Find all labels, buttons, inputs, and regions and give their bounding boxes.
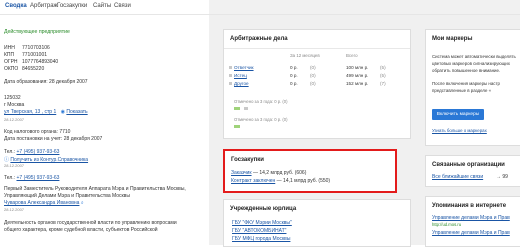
- phone-row: Тел.: +7 (495) 937-93-63: [4, 149, 60, 155]
- row-label-link[interactable]: Истец: [234, 73, 247, 78]
- enable-markers-button[interactable]: Включить маркеры: [432, 109, 484, 120]
- street-link[interactable]: ул Тверская, 13 , стр 1: [4, 109, 56, 115]
- founded-title: Учрежденные юрлица: [230, 206, 297, 212]
- related-all-link[interactable]: Все ближайшие связи: [432, 174, 483, 180]
- bullet-icon: [229, 74, 232, 77]
- procurement-row-customer: Заказчик — 14,2 млрд руб. (606): [231, 170, 307, 176]
- head-position-line-1: Первый Заместитель Руководителя Аппарата…: [4, 186, 186, 192]
- mention-link-1[interactable]: Управление делами Мэра и Прав: [432, 215, 510, 221]
- registration-date: Дата образования: 28 декабря 2007: [4, 79, 88, 85]
- founded-link-2[interactable]: ГБУ "АВТОКОМБИНАТ": [232, 228, 286, 234]
- markers-text-2: цветовых маркеров сигнализирующих: [432, 61, 510, 66]
- procurement-row-contracts: Контракт заключен — 14,1 млрд руб. (550): [231, 178, 331, 184]
- bullet-icon: [229, 82, 232, 85]
- customer-link[interactable]: Заказчик: [231, 170, 252, 176]
- head-position-line-2: Управляющий Делами Мэра и Правительства …: [4, 193, 130, 199]
- address-date: 28.12.2007: [4, 117, 25, 122]
- related-title: Связанные организации: [432, 162, 505, 168]
- req-kpp: КПП 771001001: [4, 52, 48, 58]
- company-details: Действующее предприятие ИНН 7710703106 КП…: [0, 15, 208, 245]
- tab-summary[interactable]: Сводка: [5, 3, 27, 9]
- arbitration-note-2: Отмечено за 3 года: 0 р. (0): [234, 117, 288, 122]
- bullet-icon: [229, 66, 232, 69]
- arbitration-card: Арбитражные дела За 12 месяцев Всего Отв…: [223, 29, 411, 139]
- req-ogrn: ОГРН 1077764893040: [4, 59, 59, 65]
- mentions-card: Упоминания в интернете Управление делами…: [425, 196, 520, 247]
- related-count: → 99: [496, 174, 508, 180]
- tab-links[interactable]: Связи: [114, 3, 131, 9]
- procurement-card: Госзакупки Заказчик — 14,2 млрд руб. (60…: [223, 149, 397, 193]
- zip-code: 125032: [4, 95, 21, 101]
- tax-office-code: Код налогового органа: 7710: [4, 129, 71, 135]
- col-header-total: Всего: [346, 53, 358, 58]
- divider: [224, 48, 410, 49]
- founded-link-1[interactable]: ГБУ "ФКУ Мэрии Москвы": [232, 220, 292, 226]
- bar-icon: [234, 125, 240, 128]
- col-header-year: За 12 месяцев: [290, 53, 320, 58]
- phone-date: 28.12.2007: [4, 163, 25, 168]
- tab-procurement[interactable]: Госзакупки: [57, 3, 87, 9]
- req-inn: ИНН 7710703106: [4, 45, 50, 51]
- tab-sites[interactable]: Сайты: [93, 3, 111, 9]
- head-name-link[interactable]: Чуварова Александра Ивановна: [4, 200, 79, 206]
- markers-title: Мои маркеры: [432, 36, 473, 42]
- row-label-link[interactable]: Другое: [234, 81, 249, 86]
- mentions-title: Упоминания в интернете: [432, 203, 507, 209]
- mention-url: http://ud.mos.ru: [432, 222, 462, 227]
- arbitration-note-1: Отмечено за 3 года: 0 р. (0): [234, 99, 288, 104]
- phone-source-row: ⓘ Получить из Контур.Справочника: [4, 156, 88, 163]
- founded-link-3[interactable]: ГБУ МФЦ города Москвы: [232, 236, 290, 242]
- markers-text-3: обратить повышенное внимание.: [432, 68, 501, 73]
- markers-text-1: Система может автоматически выделять: [432, 54, 516, 59]
- nav-spacer: [209, 0, 520, 14]
- city: г Москва: [4, 102, 25, 108]
- head-name-row: Чуварова Александра Ивановна ⌕: [4, 200, 84, 206]
- bar-icon: [244, 107, 248, 110]
- related-orgs-card: Связанные организации Все ближайшие связ…: [425, 155, 520, 187]
- markers-text-5: представленные в разделе «: [432, 88, 492, 93]
- street-row: ул Тверская, 13 , стр 1 ◉ Показать: [4, 109, 88, 115]
- tax-registration-date: Дата постановки на учет: 28 декабря 2007: [4, 136, 103, 142]
- activity-line-1: Деятельность органов государственной вла…: [4, 220, 177, 226]
- head-phone-row: Тел.: +7 (495) 937-93-63: [4, 175, 60, 181]
- markers-card: Мои маркеры Система может автоматически …: [425, 29, 520, 146]
- founded-entities-card: Учрежденные юрлица ГБУ "ФКУ Мэрии Москвы…: [223, 199, 411, 247]
- status-text: Действующее предприятие: [4, 29, 70, 35]
- bar-icon: [234, 107, 240, 110]
- procurement-title: Госзакупки: [231, 157, 264, 163]
- activity-line-2: общего характера, кроме судебной власти,…: [4, 227, 158, 233]
- map-pin-icon: ◉: [60, 109, 65, 115]
- row-label-link[interactable]: Ответчик: [234, 65, 254, 70]
- phone-link[interactable]: +7 (495) 937-93-63: [16, 149, 59, 155]
- top-nav: Сводка Арбитраж Госзакупки Сайты Связи: [0, 0, 520, 15]
- head-date: 28.12.2007: [4, 207, 25, 212]
- arbitration-title: Арбитражные дела: [230, 36, 288, 42]
- show-map-link[interactable]: Показать: [66, 109, 87, 115]
- tab-arbitration[interactable]: Арбитраж: [30, 3, 58, 9]
- search-icon[interactable]: ⌕: [81, 200, 84, 206]
- mention-link-2[interactable]: Управление делами Мэра и Прав: [432, 230, 510, 236]
- markers-learn-more-link[interactable]: Узнать больше о маркерах: [432, 128, 487, 133]
- head-phone-link[interactable]: +7 (495) 937-93-63: [16, 175, 59, 181]
- req-okpo: ОКПО 84655220: [4, 66, 45, 72]
- contracts-link[interactable]: Контракт заключен: [231, 178, 275, 184]
- markers-text-4: После включения маркеры настр: [432, 81, 500, 86]
